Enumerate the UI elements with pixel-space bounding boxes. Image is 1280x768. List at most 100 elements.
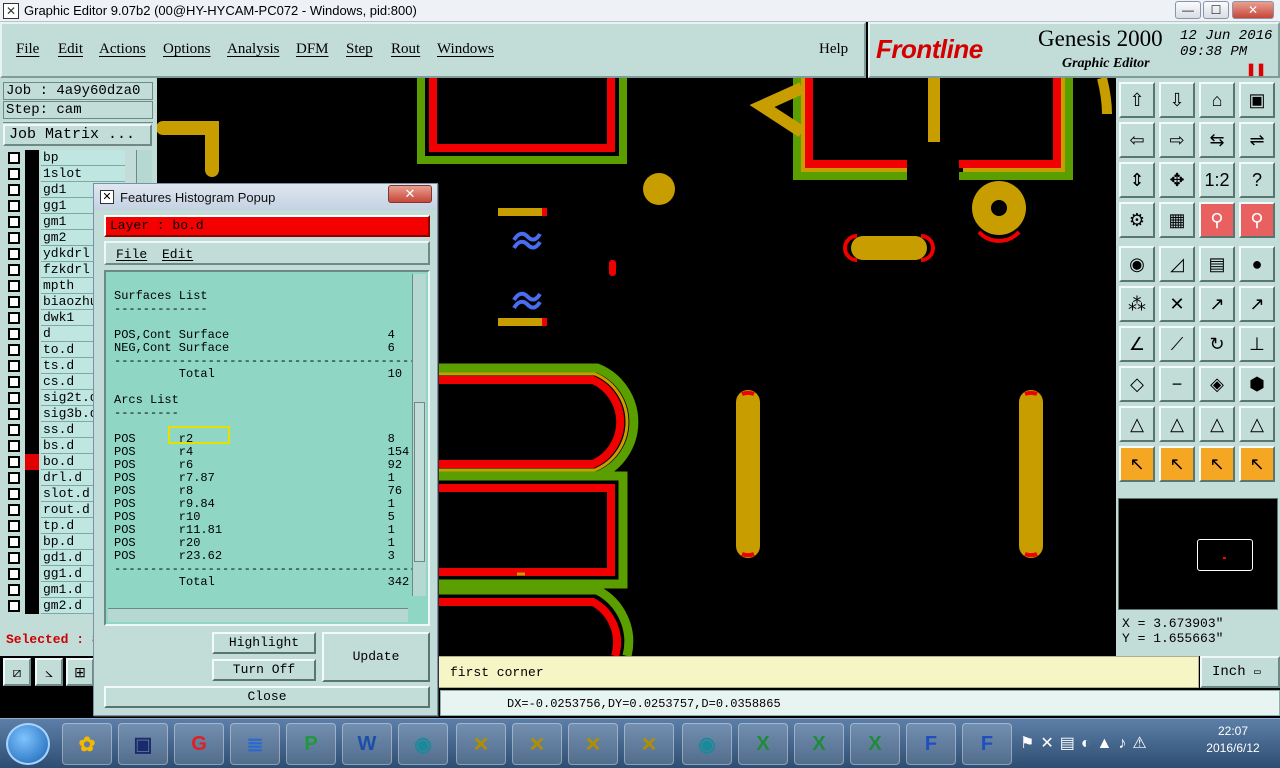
layer-checkbox[interactable] bbox=[8, 392, 20, 404]
layer-work-marker[interactable] bbox=[25, 214, 39, 230]
snap-tool-icon[interactable]: ↗ bbox=[1199, 286, 1235, 322]
genesis-window-icon[interactable]: ✕ bbox=[512, 723, 562, 765]
histogram-list[interactable]: Surfaces List ------------- POS,Cont Sur… bbox=[104, 270, 430, 626]
layer-work-marker[interactable] bbox=[25, 150, 39, 166]
layer-checkbox[interactable] bbox=[8, 440, 20, 452]
histogram-hscroll[interactable] bbox=[108, 608, 408, 622]
select-tool-icon[interactable]: ◿ bbox=[1159, 246, 1195, 282]
menu-file[interactable]: File bbox=[16, 41, 39, 58]
layer-checkbox[interactable] bbox=[8, 152, 20, 164]
shape-tool-icon[interactable]: △ bbox=[1159, 406, 1195, 442]
layer-work-marker[interactable] bbox=[25, 358, 39, 374]
popup-menu-edit[interactable]: Edit bbox=[162, 247, 193, 262]
menu-rout[interactable]: Rout bbox=[391, 41, 420, 58]
layer-work-marker[interactable] bbox=[25, 262, 39, 278]
layer-checkbox[interactable] bbox=[8, 216, 20, 228]
menu-options[interactable]: Options bbox=[163, 41, 211, 58]
pointer-tool-icon[interactable]: ↖ bbox=[1239, 446, 1275, 482]
layer-checkbox[interactable] bbox=[8, 264, 20, 276]
layer-checkbox[interactable] bbox=[8, 504, 20, 516]
histogram-vscroll[interactable] bbox=[412, 274, 426, 596]
pointer-tool-icon[interactable]: ↖ bbox=[1159, 446, 1195, 482]
layer-work-marker[interactable] bbox=[25, 534, 39, 550]
menu-actions[interactable]: Actions bbox=[99, 41, 146, 58]
layer-checkbox[interactable] bbox=[8, 232, 20, 244]
layer-checkbox[interactable] bbox=[8, 520, 20, 532]
nav-tool-icon[interactable]: ⇆ bbox=[1199, 122, 1235, 158]
shape-tool-icon[interactable]: △ bbox=[1199, 406, 1235, 442]
layer-checkbox[interactable] bbox=[8, 456, 20, 468]
shape-tool-icon[interactable]: △ bbox=[1119, 406, 1155, 442]
menu-windows[interactable]: Windows bbox=[437, 41, 494, 58]
select-tool-icon[interactable]: ▤ bbox=[1199, 246, 1235, 282]
nav-tool-icon[interactable]: ⇨ bbox=[1159, 122, 1195, 158]
pause-icon[interactable]: ❚❚ bbox=[1246, 62, 1266, 76]
menu-dfm[interactable]: DFM bbox=[296, 41, 329, 58]
edit-tool-icon[interactable]: ⟋ bbox=[1159, 326, 1195, 362]
measure-tool-icon[interactable]: ◇ bbox=[1119, 366, 1155, 402]
grid-icon[interactable]: ⊞ bbox=[66, 658, 94, 686]
pointer-tool-icon[interactable]: ↖ bbox=[1199, 446, 1235, 482]
frontline-app-icon[interactable]: F bbox=[962, 723, 1012, 765]
layer-work-marker[interactable] bbox=[25, 454, 39, 470]
layer-work-marker[interactable] bbox=[25, 566, 39, 582]
zoom-tool-icon[interactable]: ⇕ bbox=[1119, 162, 1155, 198]
layer-work-marker[interactable] bbox=[25, 406, 39, 422]
layer-checkbox[interactable] bbox=[8, 584, 20, 596]
select-tool-icon[interactable]: ◉ bbox=[1119, 246, 1155, 282]
layer-checkbox[interactable] bbox=[8, 360, 20, 372]
viewer-icon[interactable]: ◉ bbox=[398, 723, 448, 765]
select-tool-icon[interactable]: ● bbox=[1239, 246, 1275, 282]
layer-name[interactable]: bp bbox=[41, 150, 125, 166]
shell-icon[interactable]: ✿ bbox=[62, 723, 112, 765]
zoom-tool-icon[interactable]: ✥ bbox=[1159, 162, 1195, 198]
pointer-tool-icon[interactable]: ↖ bbox=[1119, 446, 1155, 482]
layer-checkbox[interactable] bbox=[8, 328, 20, 340]
app-p-icon[interactable]: P bbox=[286, 723, 336, 765]
update-button[interactable]: Update bbox=[322, 632, 430, 682]
viewer-icon[interactable]: ◉ bbox=[682, 723, 732, 765]
layer-checkbox[interactable] bbox=[8, 184, 20, 196]
system-clock[interactable]: 22:07 2016/6/12 bbox=[1190, 723, 1276, 757]
layer-checkbox[interactable] bbox=[8, 568, 20, 580]
layer-checkbox[interactable] bbox=[8, 600, 20, 612]
layer-row[interactable]: bp bbox=[3, 150, 133, 166]
snap-tool-icon[interactable]: ⁂ bbox=[1119, 286, 1155, 322]
filter-tool-icon[interactable]: ▦ bbox=[1159, 202, 1195, 238]
layer-checkbox[interactable] bbox=[8, 488, 20, 500]
highlight-button[interactable]: Highlight bbox=[212, 632, 316, 654]
close-button[interactable]: Close bbox=[104, 686, 430, 708]
layer-checkbox[interactable] bbox=[8, 344, 20, 356]
zoom-tool-icon[interactable]: 1:2 bbox=[1199, 162, 1235, 198]
app-g-icon[interactable]: G bbox=[174, 723, 224, 765]
genesis-window-icon[interactable]: ✕ bbox=[568, 723, 618, 765]
layer-checkbox[interactable] bbox=[8, 472, 20, 484]
overview-map[interactable] bbox=[1118, 498, 1278, 610]
layer-work-marker[interactable] bbox=[25, 550, 39, 566]
edit-tool-icon[interactable]: ↻ bbox=[1199, 326, 1235, 362]
layer-checkbox[interactable] bbox=[8, 248, 20, 260]
layer-work-marker[interactable] bbox=[25, 342, 39, 358]
minimize-button[interactable]: — bbox=[1175, 1, 1201, 19]
zoom-tool-icon[interactable]: ? bbox=[1239, 162, 1275, 198]
turn-off-button[interactable]: Turn Off bbox=[212, 659, 316, 681]
tray-icons[interactable]: ⚑✕▤◐▲♪⚠ bbox=[1020, 733, 1153, 753]
layer-work-marker[interactable] bbox=[25, 422, 39, 438]
menu-analysis[interactable]: Analysis bbox=[227, 41, 280, 58]
menu-help[interactable]: Help bbox=[819, 41, 848, 58]
filter-tool-icon[interactable]: ⚙ bbox=[1119, 202, 1155, 238]
layer-checkbox[interactable] bbox=[8, 408, 20, 420]
layer-work-marker[interactable] bbox=[25, 166, 39, 182]
layer-work-marker[interactable] bbox=[25, 470, 39, 486]
genesis-window-icon[interactable]: ✕ bbox=[624, 723, 674, 765]
layer-work-marker[interactable] bbox=[25, 198, 39, 214]
menu-edit[interactable]: Edit bbox=[58, 41, 83, 58]
nav-tool-icon[interactable]: ⇩ bbox=[1159, 82, 1195, 118]
layer-checkbox[interactable] bbox=[8, 200, 20, 212]
snap-tool-icon[interactable]: ✕ bbox=[1159, 286, 1195, 322]
shape-tool-icon[interactable]: △ bbox=[1239, 406, 1275, 442]
measure-tool-icon[interactable]: ⬢ bbox=[1239, 366, 1275, 402]
nav-tool-icon[interactable]: ⌂ bbox=[1199, 82, 1235, 118]
layer-work-marker[interactable] bbox=[25, 582, 39, 598]
layer-work-marker[interactable] bbox=[25, 246, 39, 262]
